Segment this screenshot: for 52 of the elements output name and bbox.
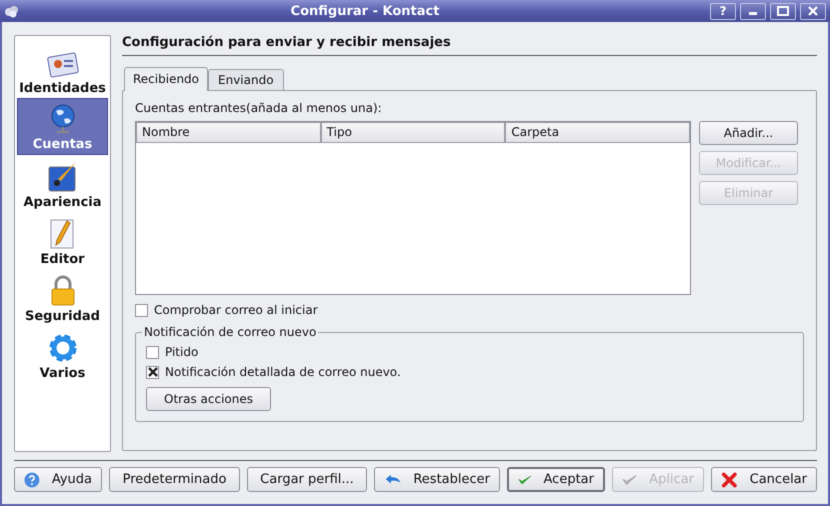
column-header[interactable]: Carpeta [505,122,690,143]
curved-arrow-icon [384,472,402,486]
maximize-button[interactable] [770,2,796,20]
group-title: Notificación de correo nuevo [143,325,318,339]
sidebar-item[interactable]: Cuentas [17,98,108,155]
accounts-label: Cuentas entrantes(añada al menos una): [135,101,383,115]
paint-brush-icon [46,161,78,193]
window-title: Configurar - Kontact [290,4,440,18]
app-icon [4,4,20,18]
tab[interactable]: Enviando [208,69,284,90]
checkbox-label: Notificación detallada de correo nuevo. [165,365,401,379]
page-heading: Configuración para enviar y recibir mensajes [122,35,817,56]
checkbox-option[interactable]: Pitido [146,345,793,359]
dialog-button[interactable]: Cancelar [711,467,817,492]
checkbox-label: Pitido [165,345,198,359]
dialog-button[interactable]: Predeterminado [109,467,240,492]
tab[interactable]: Recibiendo [124,67,208,91]
sidebar-item[interactable]: Editor [17,212,108,269]
help-icon [24,472,40,488]
dialog-button[interactable]: Ayuda [14,467,102,492]
sidebar-item[interactable]: Varios [17,326,108,383]
column-header[interactable]: Tipo [320,122,506,143]
sidebar-label: Cuentas [32,137,92,152]
gear-icon [46,332,78,364]
action-button[interactable]: Añadir... [699,121,798,145]
checkbox[interactable] [146,366,159,378]
column-header[interactable]: Nombre [136,122,321,143]
close-button[interactable] [800,2,826,20]
sidebar-label: Editor [40,252,85,267]
close-icon [721,470,738,488]
checkbox-label: Comprobar correo al iniciar [154,303,318,317]
other-actions-button[interactable]: Otras acciones [146,387,271,411]
dialog-button[interactable]: Cargar perfil... [247,467,367,492]
sidebar-label: Apariencia [23,195,102,210]
checkbox-option[interactable]: Notificación detallada de correo nuevo. [146,365,793,379]
checkbox[interactable] [135,304,148,316]
dialog-button[interactable]: Aceptar [507,467,605,492]
checkbox[interactable] [146,346,159,358]
padlock-icon [48,275,76,307]
minimize-button[interactable] [740,2,766,20]
accounts-list[interactable]: Nombre Tipo Carpeta [135,121,691,295]
sidebar-label: Identidades [19,81,106,96]
maximize-icon [777,6,789,16]
close-icon [808,6,818,16]
sidebar-item[interactable]: Seguridad [17,269,108,326]
sidebar-label: Seguridad [25,309,100,324]
sidebar-item[interactable]: Apariencia [17,155,108,212]
sidebar-label: Varios [40,366,86,381]
help-button[interactable]: ? [710,2,736,20]
sidebar-item[interactable]: Identidades [17,41,108,98]
dialog-button[interactable]: Restablecer [374,467,500,492]
checkbox-option[interactable]: Comprobar correo al iniciar [135,303,804,317]
